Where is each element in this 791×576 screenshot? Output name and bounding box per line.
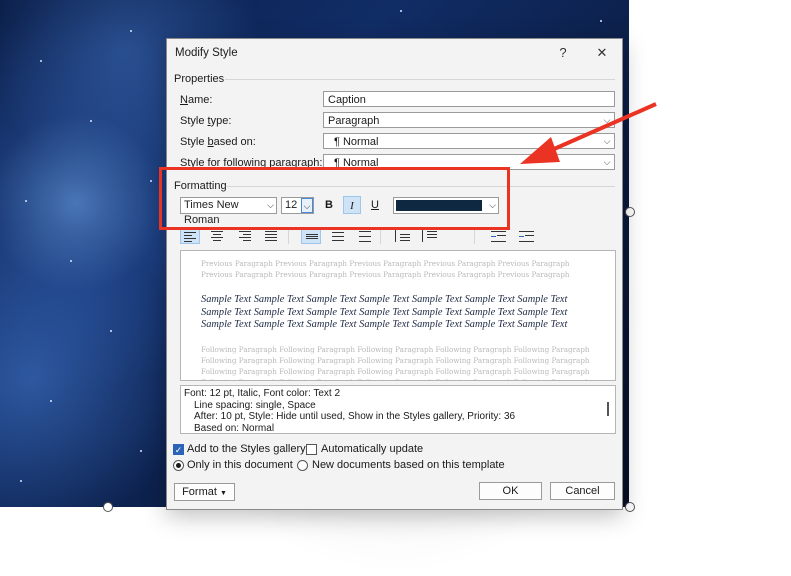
add-to-gallery-label: Add to the Styles gallery [187,443,306,455]
description-line: Line spacing: single, Space [194,399,316,411]
highlight-box [159,167,510,230]
style-type-label: Style type: [180,115,232,127]
resize-handle[interactable] [625,502,635,512]
star [20,480,22,482]
star [50,400,52,402]
preview-following-paragraph: Following Paragraph Following Paragraph … [201,344,590,381]
ok-button[interactable]: OK [479,482,542,500]
style-type-select[interactable]: Paragraph ⌵ [323,112,615,128]
based-on-value: ¶ Normal [334,136,379,148]
align-left-button[interactable] [180,228,200,244]
format-button[interactable]: Format ▼ [174,483,235,501]
description-line: After: 10 pt, Style: Hide until used, Sh… [194,411,516,422]
chevron-down-icon: ⌵ [603,157,611,167]
style-type-value: Paragraph [328,115,380,127]
name-input[interactable]: Caption [323,91,615,107]
star [130,30,132,32]
description-scrollbar[interactable] [607,402,609,416]
one-half-spacing-button[interactable] [328,228,348,244]
new-documents-radio[interactable] [297,460,308,471]
resize-handle[interactable] [103,502,113,512]
star [400,10,402,12]
modify-style-dialog: Modify Style ? ✕ Properties Name: Captio… [166,38,623,510]
only-this-document-radio[interactable] [173,460,184,471]
cancel-button[interactable]: Cancel [550,482,615,500]
divider [474,229,475,244]
star [90,120,92,122]
style-preview-pane: Previous Paragraph Previous Paragraph Pr… [180,250,616,381]
based-on-select[interactable]: ¶ Normal ⌵ [323,133,615,149]
star [600,20,602,22]
only-this-document-label: Only in this document [187,459,293,471]
add-to-gallery-checkbox[interactable]: ✓ [173,444,184,455]
preview-previous-paragraph: Previous Paragraph Previous Paragraph Pr… [201,259,570,279]
star [110,330,112,332]
single-spacing-button[interactable] [301,228,321,244]
style-description: Font: 12 pt, Italic, Font color: Text 2 … [180,385,616,434]
help-icon[interactable]: ? [553,43,573,63]
justify-button[interactable] [261,228,281,244]
align-center-button[interactable] [207,228,227,244]
divider [380,229,381,244]
format-button-label: Format [182,486,217,498]
new-documents-label: New documents based on this template [312,459,505,471]
chevron-down-icon: ⌵ [603,115,611,125]
space-before-icon[interactable] [392,228,412,244]
close-icon[interactable]: ✕ [592,43,612,63]
caret-down-icon: ▼ [219,490,227,497]
star [140,450,142,452]
auto-update-label: Automatically update [321,443,424,455]
resize-handle[interactable] [625,207,635,217]
star [40,60,42,62]
double-spacing-button[interactable] [355,228,375,244]
description-line: Font: 12 pt, Italic, Font color: Text 2 [184,388,341,399]
auto-update-checkbox[interactable] [306,444,317,455]
increase-indent-icon[interactable] [517,228,537,244]
align-right-button[interactable] [234,228,254,244]
divider [225,79,615,80]
star [25,200,27,202]
divider [288,229,289,244]
name-label: Name: [180,94,213,106]
based-on-label: Style based on: [180,136,256,148]
preview-sample-text: Sample Text Sample Text Sample Text Samp… [201,294,568,330]
star [70,260,72,262]
decrease-indent-icon[interactable] [489,228,509,244]
description-line: Based on: Normal [194,422,275,434]
space-after-icon[interactable] [419,228,439,244]
properties-heading: Properties [174,73,225,85]
chevron-down-icon: ⌵ [603,136,611,146]
dialog-title: Modify Style [175,47,238,59]
